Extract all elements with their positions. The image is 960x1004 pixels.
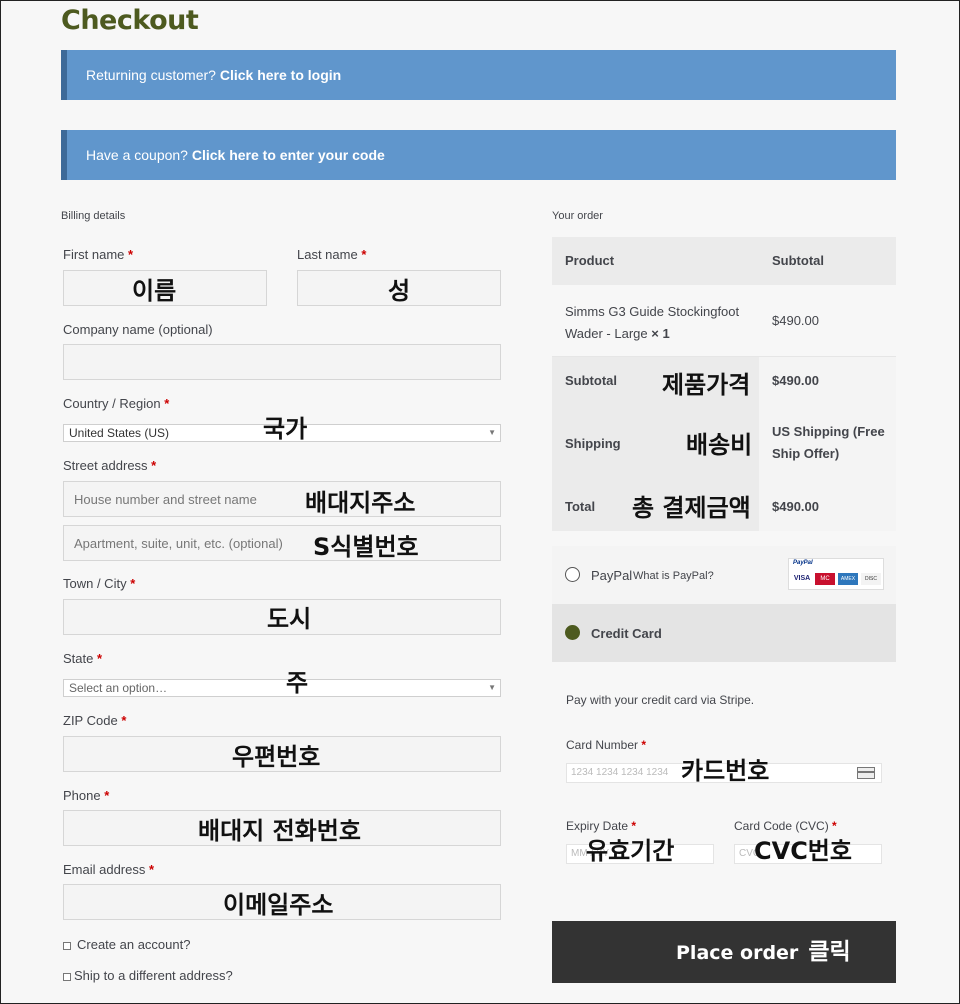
card-number-label: Card Number * [566,738,647,752]
order-totals: Subtotal 제품가격 $490.00 Shipping 배송비 US Sh… [552,357,896,531]
state-value: Select an option… [69,681,168,695]
chevron-down-icon: ▼ [488,428,496,437]
credit-card-radio[interactable] [565,625,580,640]
discover-icon: DISC [861,573,881,585]
coupon-text: Have a coupon? [86,147,188,163]
state-annotation: 주 [286,669,309,697]
city-label: Town / City * [63,576,136,591]
item-qty: × 1 [651,326,670,341]
subtotal-label: Subtotal [565,373,617,388]
billing-heading: Billing details [61,210,126,222]
company-input[interactable] [63,344,501,380]
total-value: $490.00 [772,499,819,514]
order-heading: Your order [552,210,603,222]
create-account-label: Create an account? [77,937,191,952]
returning-customer-notice: Returning customer? Click here to login [61,50,896,100]
page-title: Checkout [61,5,199,36]
card-logos: PayPal VISA MC AMEX DISC [788,558,884,590]
street-address-annotation: 배대지주소 [305,489,416,517]
first-name-input[interactable]: 이름 [63,270,267,306]
state-label: State * [63,651,103,666]
email-label: Email address * [63,862,155,877]
chevron-down-icon: ▼ [488,683,496,692]
street-label: Street address * [63,458,157,473]
total-annotation: 총 결제금액 [632,494,751,522]
place-order-label: Place order [676,942,799,964]
col-product: Product [565,253,615,268]
stripe-text: Pay with your credit card via Stripe. [566,693,755,707]
visa-icon: VISA [792,573,812,585]
city-input[interactable]: 도시 [63,599,501,635]
phone-annotation: 배대지 전화번호 [198,817,361,845]
street-address-2-annotation: S식별번호 [313,533,419,561]
subtotal-value: $490.00 [772,373,819,388]
company-label: Company name (optional) [63,322,213,337]
checkbox-box[interactable] [63,972,71,981]
mastercard-icon: MC [815,573,835,585]
paypal-label: PayPal [591,568,633,583]
order-header-row: Product Subtotal [552,237,896,285]
state-select[interactable]: Select an option… ▼ [63,679,501,697]
subtotal-annotation: 제품가격 [662,371,751,399]
checkbox-box[interactable] [63,941,71,950]
what-is-paypal-link[interactable]: What is PayPal? [633,570,714,582]
last-name-annotation: 성 [388,277,411,305]
email-annotation: 이메일주소 [223,891,334,919]
phone-label: Phone * [63,788,110,803]
phone-input[interactable]: 배대지 전화번호 [63,810,501,846]
login-link[interactable]: Click here to login [220,67,341,83]
shipping-label: Shipping [565,436,621,451]
enter-coupon-link[interactable]: Click here to enter your code [192,147,385,163]
order-item-row: Simms G3 Guide Stockingfoot Wader - Larg… [552,285,896,357]
expiry-annotation: 유효기간 [586,837,675,865]
credit-card-icon [857,767,875,779]
shipping-annotation: 배송비 [686,431,753,459]
last-name-input[interactable]: 성 [297,270,501,306]
returning-customer-text: Returning customer? [86,67,216,83]
paypal-logo-text: PayPal [793,560,813,566]
country-value: United States (US) [69,426,170,440]
shipping-value: US Shipping (Free Ship Offer) [772,424,885,461]
zip-annotation: 우편번호 [232,743,321,771]
payment-methods: PayPal What is PayPal? PayPal VISA MC AM… [552,546,896,662]
item-price: $490.00 [772,313,819,328]
credit-card-label: Credit Card [591,626,662,641]
first-name-annotation: 이름 [132,277,177,305]
last-name-label: Last name * [297,247,367,262]
country-annotation: 국가 [263,415,308,443]
street-address-input[interactable]: House number and street name 배대지주소 [63,481,501,517]
first-name-label: First name * [63,247,134,262]
card-number-annotation: 카드번호 [681,757,770,785]
cvc-annotation: CVC번호 [754,837,852,865]
ship-different-label: Ship to a different address? [74,968,233,983]
street-address-2-input[interactable]: Apartment, suite, unit, etc. (optional) … [63,525,501,561]
paypal-radio[interactable] [565,567,580,582]
place-order-button[interactable]: Place order 클릭 [552,921,896,983]
col-subtotal: Subtotal [772,253,824,268]
total-label: Total [565,499,596,514]
country-label: Country / Region * [63,396,170,411]
paypal-option[interactable]: PayPal What is PayPal? PayPal VISA MC AM… [552,546,896,604]
zip-label: ZIP Code * [63,713,127,728]
city-annotation: 도시 [267,605,312,633]
street-address-2-placeholder: Apartment, suite, unit, etc. (optional) [74,536,283,551]
zip-input[interactable]: 우편번호 [63,736,501,772]
create-account-checkbox[interactable]: Create an account? [63,937,190,952]
coupon-notice: Have a coupon? Click here to enter your … [61,130,896,180]
email-input[interactable]: 이메일주소 [63,884,501,920]
amex-icon: AMEX [838,573,858,585]
ship-different-checkbox[interactable]: Ship to a different address? [63,968,233,983]
place-order-annotation: 클릭 [808,939,851,965]
item-name: Simms G3 Guide Stockingfoot Wader - Larg… [565,304,740,341]
street-address-placeholder: House number and street name [74,492,257,507]
